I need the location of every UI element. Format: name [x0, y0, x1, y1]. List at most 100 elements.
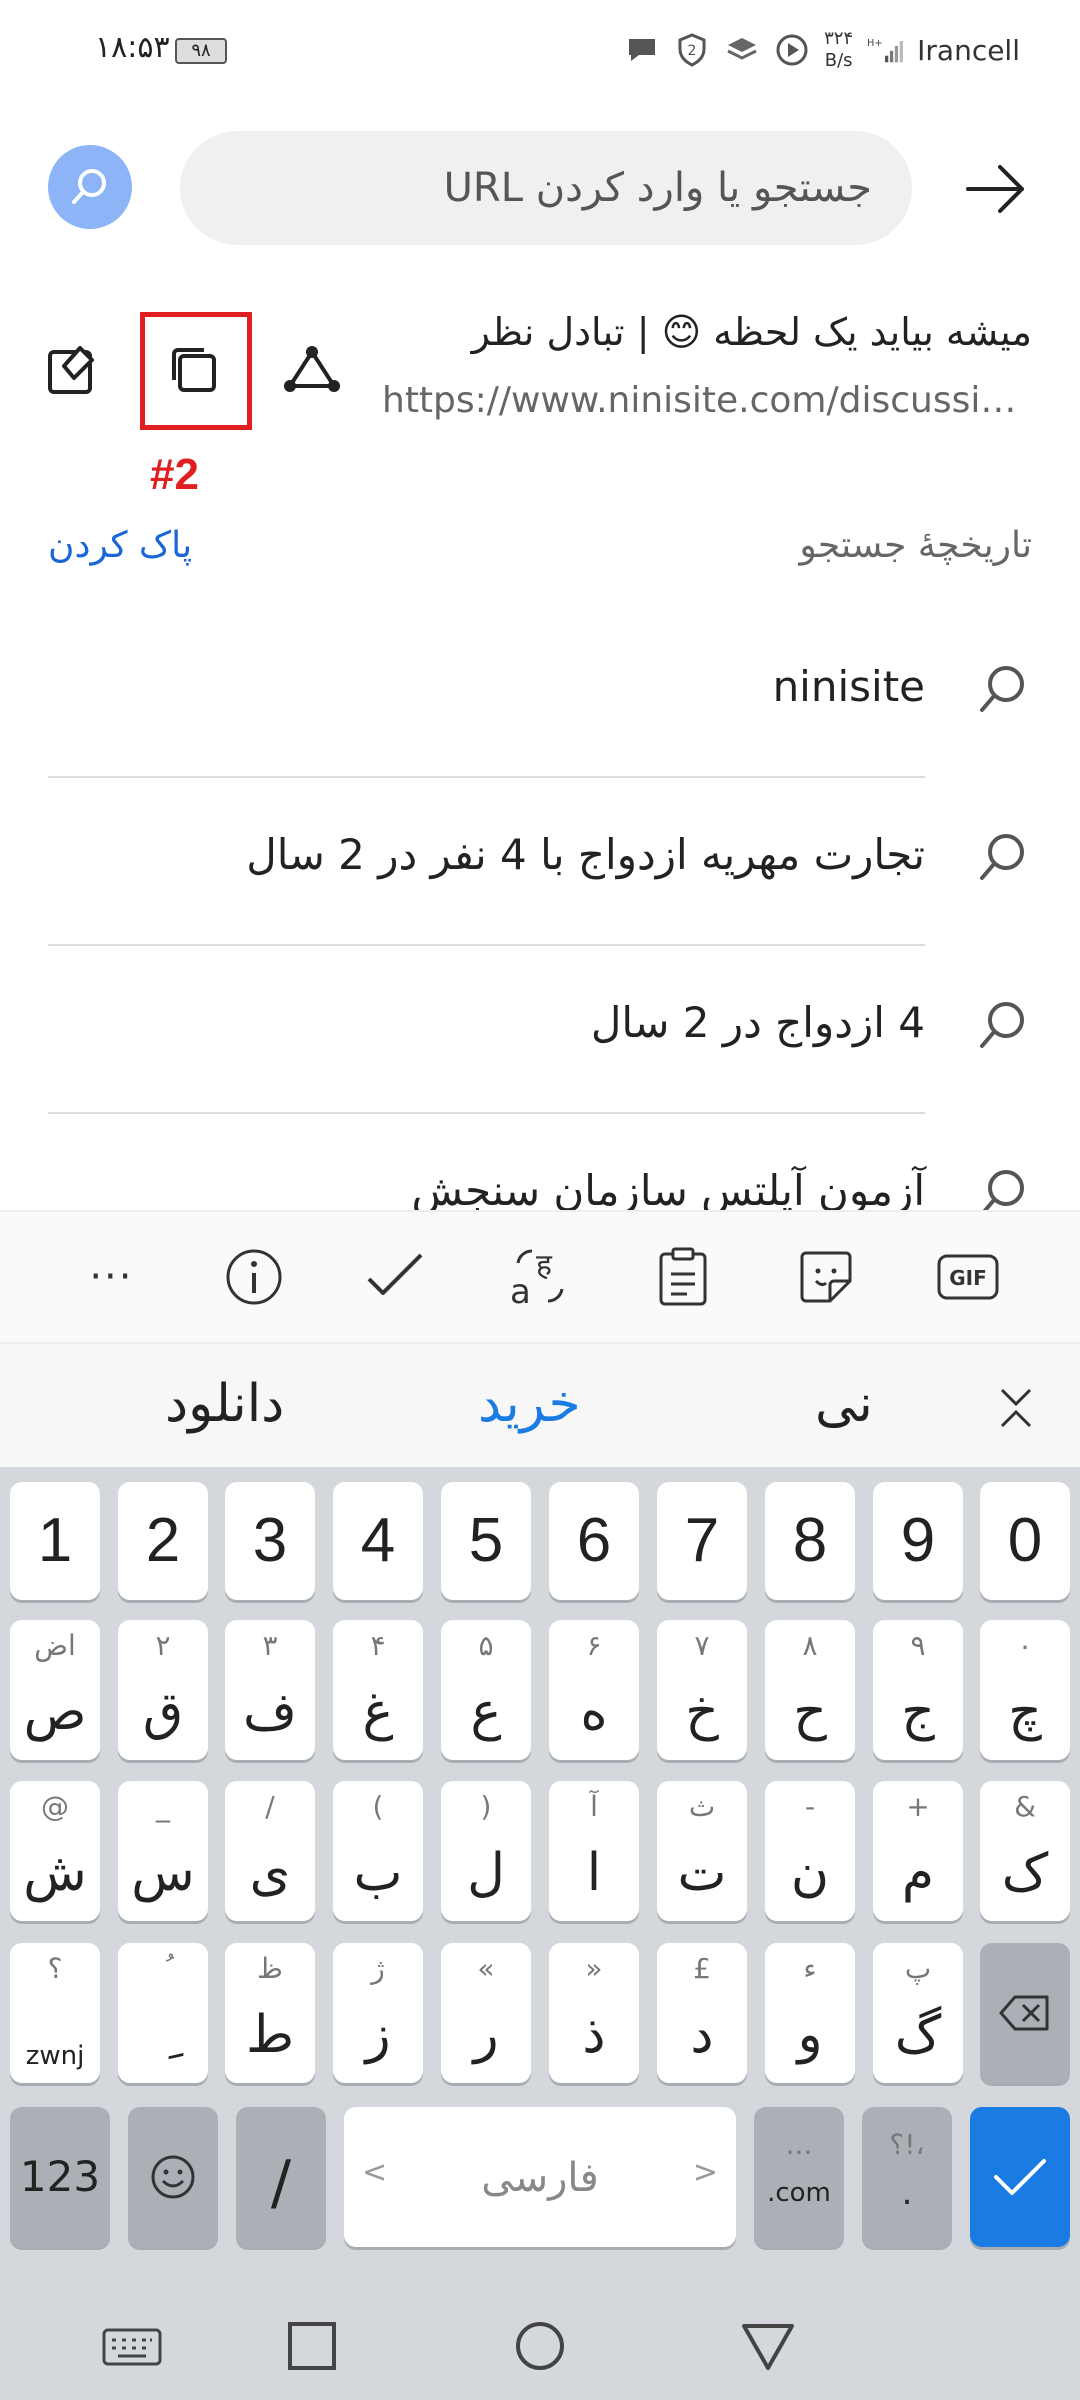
go-arrow-icon[interactable] [960, 153, 1032, 225]
key-letter[interactable]: ۰چ [980, 1620, 1070, 1760]
key-letter[interactable]: ۸ح [765, 1620, 855, 1760]
key-main: 123 [19, 2152, 101, 2201]
suggestion-word-primary[interactable]: خرید [478, 1374, 581, 1434]
key-sub: ۹ [910, 1629, 926, 1662]
key-letter[interactable]: اض ص [10, 1620, 100, 1760]
url-search-input[interactable] [180, 131, 912, 245]
history-item[interactable]: تجارت مهریه ازدواج با 4 نفر در 2 سال [0, 778, 1080, 946]
key-8[interactable]: 8 [765, 1482, 855, 1600]
key-letter[interactable]: ظط [225, 1943, 315, 2083]
key-letter[interactable]: ) ل [441, 1781, 531, 1921]
info-icon[interactable] [218, 1241, 290, 1313]
checkmark-icon[interactable] [361, 1241, 433, 1313]
key-main: ط [245, 2005, 295, 2065]
home-icon[interactable] [508, 2314, 572, 2378]
key-letter[interactable]: ۵ع [441, 1620, 531, 1760]
backspace-icon [999, 1995, 1049, 2031]
key-sub: ( [372, 1790, 384, 1823]
key-letter[interactable]: ژز [333, 1943, 423, 2083]
key-letter[interactable]: ۶ه [549, 1620, 639, 1760]
backspace-key[interactable] [980, 1943, 1070, 2083]
emoji-key[interactable] [128, 2107, 218, 2247]
number-mode-key[interactable]: 123 [10, 2107, 110, 2247]
signal-icon: H+ [867, 32, 904, 68]
clipboard-icon[interactable] [647, 1241, 719, 1313]
key-letter[interactable]: £ د [657, 1943, 747, 2083]
search-icon [980, 666, 1024, 712]
sticker-icon[interactable] [790, 1241, 862, 1313]
search-button[interactable] [48, 145, 132, 229]
space-key[interactable]: < فارسی > [344, 2107, 736, 2247]
key-letter[interactable]: ُِ [118, 1943, 208, 2083]
key-9[interactable]: 9 [873, 1482, 963, 1600]
key-letter[interactable]: ۷خ [657, 1620, 747, 1760]
key-sub: ۵ [478, 1629, 494, 1662]
key-0[interactable]: 0 [980, 1482, 1070, 1600]
history-title: تاریخچهٔ جستجو [799, 525, 1032, 566]
key-letter[interactable]: & ک [980, 1781, 1070, 1921]
period-key[interactable]: ؟!، . [862, 2107, 952, 2247]
translate-icon[interactable]: aह [504, 1241, 576, 1313]
page-url: https://www.ninisite.com/discussion [382, 380, 1022, 421]
status-time: ۱۸:۵۳ [95, 30, 170, 65]
slash-key[interactable]: / [236, 2107, 326, 2247]
collapse-icon[interactable] [988, 1380, 1044, 1436]
share-icon[interactable] [276, 334, 348, 406]
key-letter[interactable]: » ذ [549, 1943, 639, 2083]
space-right-arrow: > [692, 2155, 718, 2190]
key-letter[interactable]: ۹ج [873, 1620, 963, 1760]
history-item[interactable]: آزمون آیلتس سازمان سنجش [0, 1114, 1080, 1210]
current-page-row[interactable]: میشه بیاید یک لحظه 😊 | تبادل نظر https:/… [0, 290, 1080, 450]
key-sub: £ [693, 1952, 711, 1985]
key-zwnj[interactable]: ؟ zwnj [10, 1943, 100, 2083]
key-letter[interactable]: (ب [333, 1781, 423, 1921]
key-sub: - [804, 1790, 816, 1823]
key-letter[interactable]: ۲ق [118, 1620, 208, 1760]
key-letter[interactable]: -ن [765, 1781, 855, 1921]
edit-url-icon[interactable] [36, 334, 108, 406]
back-icon[interactable] [736, 2314, 800, 2378]
key-letter[interactable]: / ی [225, 1781, 315, 1921]
dotcom-key[interactable]: ... .com [754, 2107, 844, 2247]
suggestion-word[interactable]: دانلود [165, 1374, 284, 1434]
key-5[interactable]: 5 [441, 1482, 531, 1600]
key-letter[interactable]: آا [549, 1781, 639, 1921]
suggestion-word[interactable]: نی [815, 1374, 873, 1434]
speed-unit: B/s [824, 50, 853, 71]
history-item[interactable]: 4 ازدواج در 2 سال [0, 946, 1080, 1114]
key-letter[interactable]: «ر [441, 1943, 531, 2083]
key-main: ِ [118, 2005, 208, 2065]
key-2[interactable]: 2 [118, 1482, 208, 1600]
key-4[interactable]: 4 [333, 1482, 423, 1600]
key-sub: @ [41, 1790, 69, 1823]
layers-icon [724, 32, 760, 68]
key-3[interactable]: 3 [225, 1482, 315, 1600]
key-6[interactable]: 6 [549, 1482, 639, 1600]
copy-icon[interactable] [158, 334, 230, 406]
gif-icon[interactable]: GIF [932, 1241, 1004, 1313]
key-letter[interactable]: ءو [765, 1943, 855, 2083]
key-sub: ث [688, 1790, 716, 1823]
key-sub: ۳ [262, 1629, 278, 1662]
emoji-icon [151, 2155, 195, 2199]
key-letter[interactable]: پگ [873, 1943, 963, 2083]
key-letter[interactable]: ۴غ [333, 1620, 423, 1760]
clear-history-link[interactable]: پاک کردن [48, 525, 192, 566]
recents-icon[interactable] [280, 2314, 344, 2378]
key-letter[interactable]: + م [873, 1781, 963, 1921]
key-sub: ژ [371, 1952, 385, 1985]
key-7[interactable]: 7 [657, 1482, 747, 1600]
keyboard-switch-icon[interactable] [100, 2314, 164, 2378]
annotation-marker: #2 [150, 450, 199, 499]
key-1[interactable]: 1 [10, 1482, 100, 1600]
key-letter[interactable]: ۳ف [225, 1620, 315, 1760]
history-text: 4 ازدواج در 2 سال [590, 998, 925, 1047]
key-letter[interactable]: @ ش [10, 1781, 100, 1921]
history-item[interactable]: ninisite [0, 610, 1080, 778]
page-title: میشه بیاید یک لحظه 😊 | تبادل نظر [471, 310, 1032, 354]
enter-key[interactable] [970, 2107, 1070, 2247]
key-sub: ُ [118, 1951, 208, 1987]
key-letter[interactable]: _ س [118, 1781, 208, 1921]
more-icon[interactable]: ··· [75, 1241, 147, 1313]
key-letter[interactable]: ثت [657, 1781, 747, 1921]
